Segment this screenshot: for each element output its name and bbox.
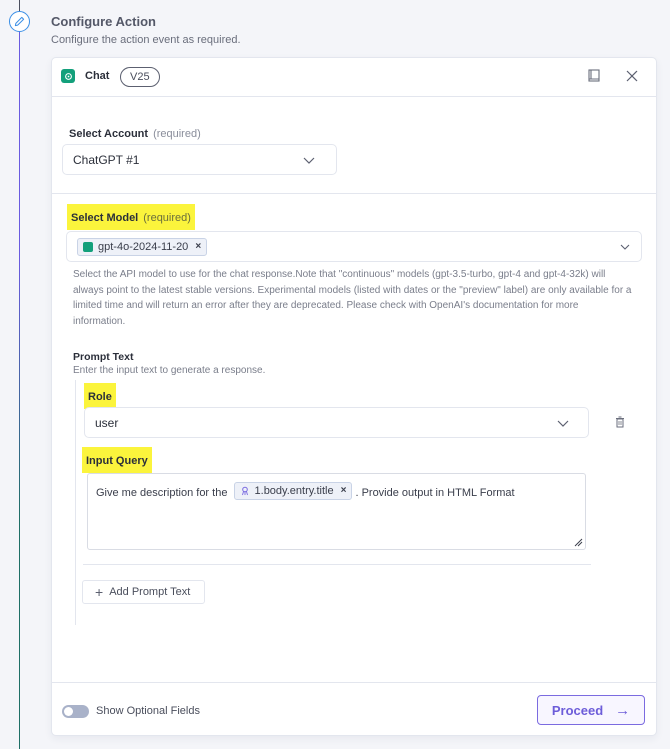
divider xyxy=(83,564,591,565)
prompt-group: Role user Input Query Give me descriptio… xyxy=(75,380,595,625)
toggle-label: Show Optional Fields xyxy=(96,705,200,717)
model-tag: gpt-4o-2024-11-20 × xyxy=(77,237,208,256)
prompt-title: Prompt Text xyxy=(73,351,134,363)
chevron-down-icon xyxy=(557,420,569,427)
model-label: Select Model (required) xyxy=(67,204,195,230)
chevron-down-icon xyxy=(303,157,315,164)
account-section: Select Account (required) ChatGPT #1 xyxy=(52,97,656,194)
plus-icon: + xyxy=(95,584,104,600)
toggle-knob xyxy=(64,707,73,716)
chevron-down-icon xyxy=(620,244,630,250)
app-name: Chat xyxy=(85,70,110,82)
step-status xyxy=(9,11,30,32)
timeline-line xyxy=(19,0,20,749)
action-card: Chat V25 Select Account (required) ChatGP… xyxy=(51,57,657,736)
version-badge[interactable]: V25 xyxy=(120,67,160,87)
account-select[interactable]: ChatGPT #1 xyxy=(62,144,337,175)
card-header: Chat V25 xyxy=(52,58,656,97)
role-value: user xyxy=(95,415,119,430)
step-title: Configure Action xyxy=(51,14,156,29)
model-select[interactable]: gpt-4o-2024-11-20 × xyxy=(66,231,642,262)
card-footer: Show Optional Fields Proceed → xyxy=(52,682,656,735)
input-query-field[interactable]: Give me description for the 1.body.entry… xyxy=(87,473,586,550)
variable-pill: 1.body.entry.title × xyxy=(233,482,353,500)
close-icon[interactable] xyxy=(624,68,640,84)
openai-logo-icon xyxy=(61,69,75,83)
optional-fields-toggle[interactable] xyxy=(62,705,89,718)
model-help-text: Select the API model to use for the chat… xyxy=(73,269,632,327)
input-query-label: Input Query xyxy=(82,447,152,473)
trash-icon[interactable] xyxy=(614,416,626,428)
proceed-button[interactable]: Proceed → xyxy=(537,695,645,725)
add-prompt-text-button[interactable]: + Add Prompt Text xyxy=(82,580,205,604)
remove-variable-icon[interactable]: × xyxy=(341,482,347,500)
step-subtitle: Configure the action event as required. xyxy=(51,34,241,46)
book-icon[interactable] xyxy=(586,68,602,84)
variable-icon xyxy=(241,486,248,496)
resize-handle-icon[interactable] xyxy=(573,537,583,547)
account-label: Select Account (required) xyxy=(69,128,201,140)
role-label: Role xyxy=(84,383,116,409)
account-value: ChatGPT #1 xyxy=(73,152,140,167)
arrow-right-icon: → xyxy=(615,701,631,719)
remove-tag-icon[interactable]: × xyxy=(195,241,201,252)
pencil-icon xyxy=(14,16,25,27)
openai-logo-icon xyxy=(83,241,93,252)
prompt-subtitle: Enter the input text to generate a respo… xyxy=(73,365,266,376)
role-select[interactable]: user xyxy=(84,407,589,438)
